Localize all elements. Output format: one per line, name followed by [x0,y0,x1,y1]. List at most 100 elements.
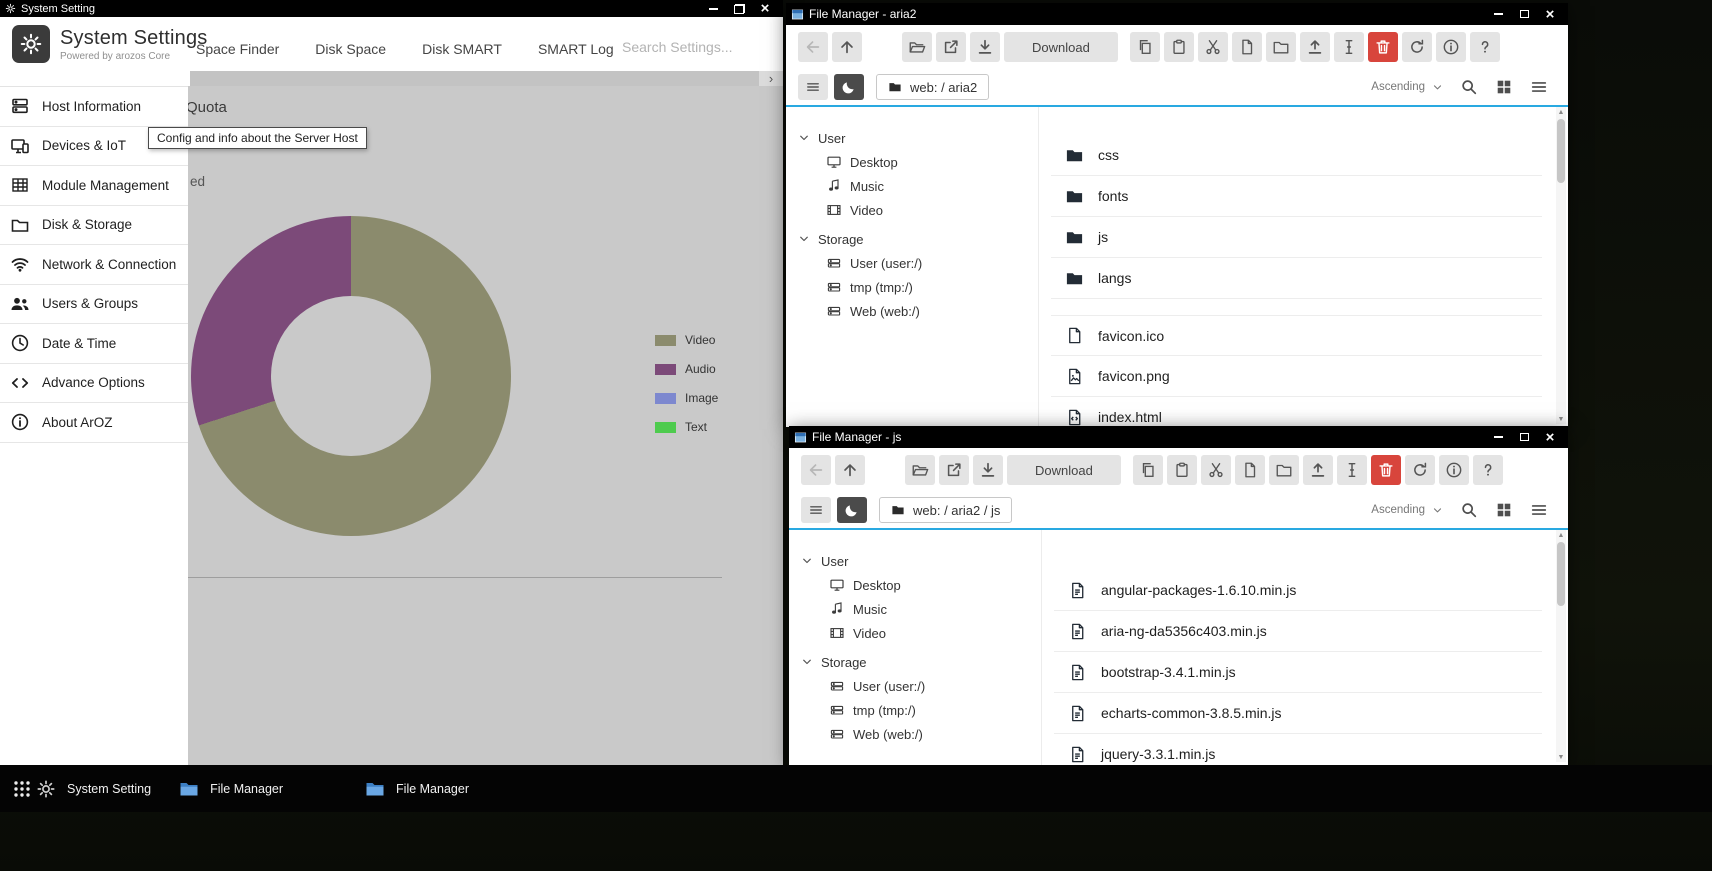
refresh-button[interactable] [1405,455,1435,485]
upload-button[interactable] [1300,32,1330,62]
tree-section-storage[interactable]: Storage [789,650,1041,674]
upload-button[interactable] [1303,455,1333,485]
breadcrumb[interactable]: web: / aria2 [876,74,989,100]
info-button[interactable] [1436,32,1466,62]
minimize-button[interactable] [1485,426,1511,448]
help-button[interactable] [1473,455,1503,485]
new-folder-button[interactable] [1266,32,1296,62]
minimize-button[interactable] [1485,3,1511,25]
menu-button[interactable] [798,74,828,100]
tree-item-video[interactable]: Video [786,198,1038,222]
file-row[interactable]: favicon.png [1051,356,1542,397]
rename-button[interactable] [1337,455,1367,485]
maximize-button[interactable] [1511,426,1537,448]
sort-order-select[interactable]: Ascending [1371,504,1443,516]
file-row[interactable]: favicon.ico [1051,315,1542,356]
tree-item-desktop[interactable]: Desktop [786,150,1038,174]
grid-view-button[interactable] [1495,78,1513,96]
sort-order-select[interactable]: Ascending [1371,81,1443,93]
file-manager-titlebar[interactable]: File Manager - js × [789,426,1568,448]
file-row[interactable]: fonts [1051,176,1542,217]
rename-button[interactable] [1334,32,1364,62]
file-row[interactable]: css [1051,135,1542,176]
scroll-up-arrow-icon[interactable]: ▲ [1556,107,1566,117]
info-button[interactable] [1439,455,1469,485]
new-folder-button[interactable] [1269,455,1299,485]
tab-space-finder[interactable]: Space Finder [196,41,279,57]
app-launcher-button[interactable] [8,775,36,803]
new-file-button[interactable] [1235,455,1265,485]
paste-button[interactable] [1167,455,1197,485]
sidebar-item-about-aroz[interactable]: About ArOZ [0,403,188,443]
up-button[interactable] [832,32,862,62]
tree-item-music[interactable]: Music [789,597,1041,621]
close-button[interactable]: × [1537,3,1563,25]
paste-button[interactable] [1164,32,1194,62]
file-row[interactable]: bootstrap-3.4.1.min.js [1054,652,1542,693]
grid-view-button[interactable] [1495,501,1513,519]
delete-button[interactable] [1371,455,1401,485]
tab-disk-space[interactable]: Disk Space [315,41,386,57]
restore-button[interactable] [726,0,752,17]
tree-item-tmp-drive[interactable]: tmp (tmp:/) [786,275,1038,299]
tab-smart-log[interactable]: SMART Log [538,41,614,57]
dark-mode-button[interactable] [834,74,864,100]
open-external-button[interactable] [936,32,966,62]
file-row[interactable]: langs [1051,258,1542,299]
list-view-button[interactable] [1530,78,1548,96]
tree-item-user-drive[interactable]: User (user:/) [786,251,1038,275]
sidebar-item-network-connection[interactable]: Network & Connection [0,245,188,285]
sidebar-item-host-information[interactable]: Host Information [0,87,188,127]
tree-item-user-drive[interactable]: User (user:/) [789,674,1041,698]
copy-button[interactable] [1130,32,1160,62]
tree-item-web-drive[interactable]: Web (web:/) [789,722,1041,746]
file-row[interactable]: aria-ng-da5356c403.min.js [1054,611,1542,652]
back-button[interactable] [798,32,828,62]
open-button[interactable] [905,455,935,485]
scroll-down-arrow-icon[interactable]: ▼ [1556,414,1566,424]
breadcrumb[interactable]: web: / aria2 / js [879,497,1012,523]
vertical-scrollbar[interactable]: ▲ ▼ [1556,530,1566,762]
tree-item-music[interactable]: Music [786,174,1038,198]
file-row[interactable]: index.html [1051,397,1542,427]
scroll-down-arrow-icon[interactable]: ▼ [1556,752,1566,762]
new-file-button[interactable] [1232,32,1262,62]
vertical-scrollbar[interactable]: ▲ ▼ [1556,107,1566,424]
tree-item-tmp-drive[interactable]: tmp (tmp:/) [789,698,1041,722]
tree-section-user[interactable]: User [786,126,1038,150]
sidebar-item-advance-options[interactable]: Advance Options [0,364,188,404]
scroll-up-arrow-icon[interactable]: ▲ [1556,530,1566,540]
back-button[interactable] [801,455,831,485]
sidebar-item-module-management[interactable]: Module Management [0,166,188,206]
close-button[interactable]: × [752,0,778,17]
download-button[interactable]: Download [1007,455,1121,485]
cut-button[interactable] [1198,32,1228,62]
dark-mode-button[interactable] [837,497,867,523]
download-icon-button[interactable] [973,455,1003,485]
tree-item-web-drive[interactable]: Web (web:/) [786,299,1038,323]
scroll-right-arrow-icon[interactable]: › [759,71,783,86]
copy-button[interactable] [1133,455,1163,485]
sidebar-item-date-time[interactable]: Date & Time [0,324,188,364]
list-view-button[interactable] [1530,501,1548,519]
search-button[interactable] [1460,78,1478,96]
open-button[interactable] [902,32,932,62]
horizontal-scrollbar[interactable]: › [190,71,783,86]
horizontal-scrollbar-thumb[interactable] [190,71,759,86]
delete-button[interactable] [1368,32,1398,62]
up-button[interactable] [835,455,865,485]
system-setting-titlebar[interactable]: System Setting × [0,0,783,17]
close-button[interactable]: × [1537,426,1563,448]
refresh-button[interactable] [1402,32,1432,62]
settings-search-input[interactable] [622,39,754,55]
file-row[interactable]: js [1051,217,1542,258]
sidebar-item-users-groups[interactable]: Users & Groups [0,285,188,325]
taskbar-item-system-setting[interactable]: System Setting [36,779,151,799]
file-row[interactable]: echarts-common-3.8.5.min.js [1054,693,1542,734]
minimize-button[interactable] [700,0,726,17]
taskbar-item-file-manager-1[interactable]: File Manager [179,779,283,799]
tab-disk-smart[interactable]: Disk SMART [422,41,502,57]
search-button[interactable] [1460,501,1478,519]
cut-button[interactable] [1201,455,1231,485]
sidebar-item-disk-storage[interactable]: Disk & Storage [0,206,188,246]
